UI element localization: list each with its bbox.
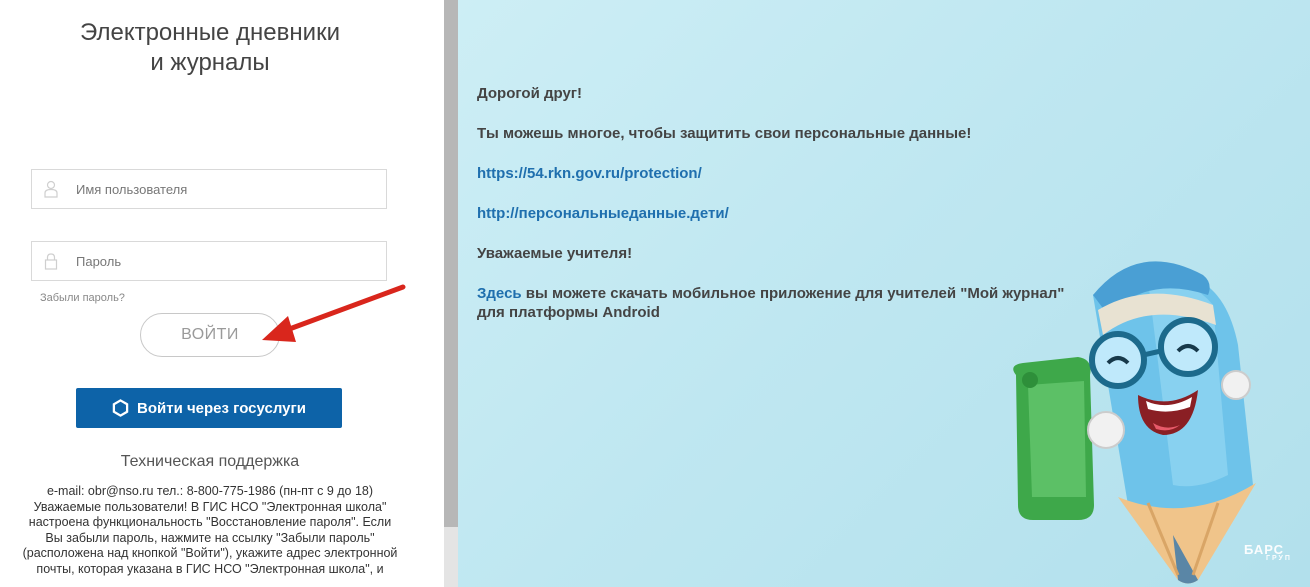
login-panel: Электронные дневники и журналы Забыли па… [0,0,444,587]
lock-icon [44,253,58,270]
bars-group-logo: БАРС ГРУП [1244,542,1292,562]
forgot-password-link[interactable]: Забыли пароль? [40,292,125,304]
download-text: Здесь вы можете скачать мобильное прилож… [477,284,1087,322]
protection-text: Ты можешь многое, чтобы защитить свои пе… [477,125,972,142]
teachers-heading: Уважаемые учителя! [477,245,633,262]
support-title: Техническая поддержка [120,453,300,470]
pencil-mascot-illustration [1013,261,1256,584]
scrollbar-thumb[interactable] [444,0,458,527]
password-input[interactable] [76,242,376,280]
logo-sub: ГРУП [1266,555,1292,562]
gosuslugi-button-label: Войти через госуслуги [137,399,306,417]
red-arrow-annotation [262,284,406,342]
greeting-text: Дорогой друг! [477,85,583,102]
rkn-protection-link[interactable]: https://54.rkn.gov.ru/protection/ [477,164,1077,183]
username-field[interactable] [31,169,387,209]
app-title: Электронные дневники и журналы [80,19,340,76]
password-field[interactable] [31,241,387,281]
personal-data-link[interactable]: http://персональныеданные.дети/ [477,204,1077,223]
download-here-link[interactable]: Здесь [477,285,522,302]
download-description: вы можете скачать мобильное приложение д… [477,285,1065,321]
gosuslugi-login-button[interactable]: Войти через госуслуги [76,388,342,428]
info-panel: Дорогой друг! Ты можешь многое, чтобы за… [458,0,1310,587]
support-text: e-mail: obr@nso.ru тел.: 8-800-775-1986 … [22,484,398,576]
user-icon [44,180,58,198]
username-input[interactable] [76,170,376,208]
gosuslugi-hex-icon [112,399,129,417]
